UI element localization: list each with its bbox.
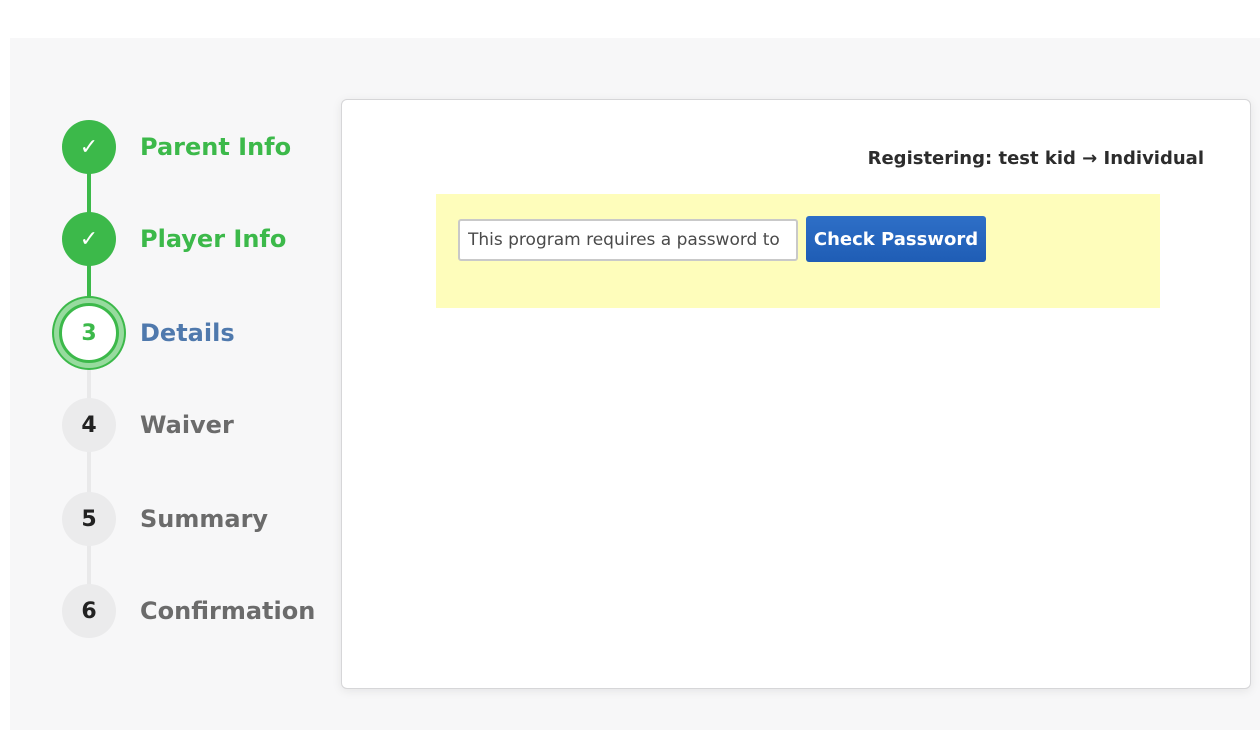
step-connector xyxy=(87,450,91,494)
step-details: 3 Details xyxy=(59,303,235,363)
step-summary: 5 Summary xyxy=(62,492,268,546)
step-connector xyxy=(87,362,91,402)
step-confirmation: 6 Confirmation xyxy=(62,584,315,638)
step-label: Waiver xyxy=(140,411,234,439)
checkmark-icon: ✓ xyxy=(62,120,116,174)
step-label: Details xyxy=(140,319,235,347)
step-connector xyxy=(87,264,91,304)
step-number-badge: 5 xyxy=(62,492,116,546)
registration-stepper: ✓ Parent Info ✓ Player Info 3 Details 4 … xyxy=(0,0,340,730)
step-label: Parent Info xyxy=(140,133,292,161)
password-panel: Check Password xyxy=(436,194,1160,308)
step-connector xyxy=(87,544,91,586)
check-password-button[interactable]: Check Password xyxy=(806,216,986,262)
step-label: Summary xyxy=(140,505,269,533)
step-waiver: 4 Waiver xyxy=(62,398,234,452)
registering-summary: Registering: test kid → Individual xyxy=(867,148,1204,169)
checkmark-icon: ✓ xyxy=(62,212,116,266)
registration-card: Registering: test kid → Individual Check… xyxy=(341,99,1251,689)
step-label: Player Info xyxy=(140,225,287,253)
step-parent-info[interactable]: ✓ Parent Info xyxy=(62,120,291,174)
step-number-badge: 4 xyxy=(62,398,116,452)
step-number-badge: 6 xyxy=(62,584,116,638)
step-player-info[interactable]: ✓ Player Info xyxy=(62,212,286,266)
step-label: Confirmation xyxy=(140,597,316,625)
step-connector xyxy=(87,172,91,214)
step-number-badge: 3 xyxy=(59,303,119,363)
password-input[interactable] xyxy=(458,219,798,261)
